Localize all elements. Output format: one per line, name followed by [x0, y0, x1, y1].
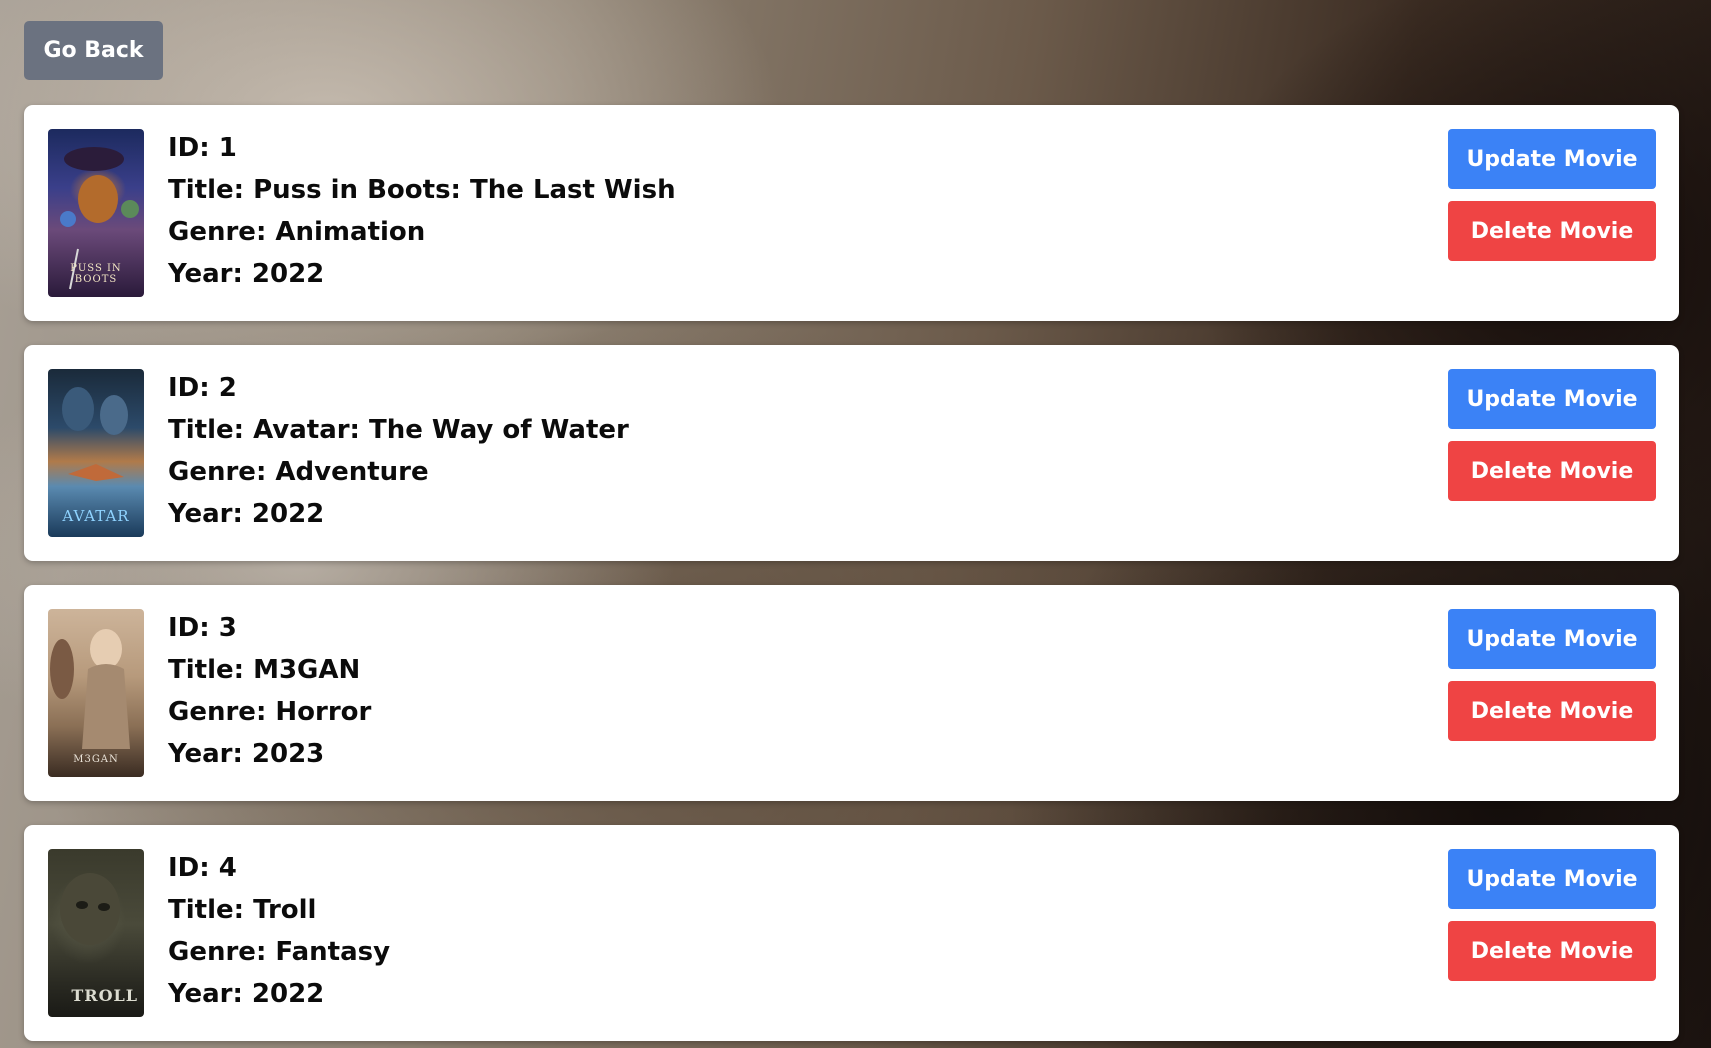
movie-poster: M3GAN — [48, 609, 144, 777]
update-movie-button[interactable]: Update Movie — [1448, 609, 1656, 669]
movie-title: Title: Troll — [168, 895, 317, 925]
delete-movie-button[interactable]: Delete Movie — [1448, 921, 1656, 981]
movie-year: Year: 2022 — [168, 499, 325, 529]
movie-card: M3GAN ID: 3 Title: M3GAN Genre: Horror Y… — [24, 585, 1679, 801]
delete-movie-button[interactable]: Delete Movie — [1448, 201, 1656, 261]
movie-year: Year: 2022 — [168, 979, 325, 1009]
movie-genre: Genre: Fantasy — [168, 937, 391, 967]
movie-year: Year: 2022 — [168, 259, 325, 289]
movie-title: Title: Avatar: The Way of Water — [168, 415, 629, 445]
movie-genre: Genre: Adventure — [168, 457, 429, 487]
movie-card: TROLL ID: 4 Title: Troll Genre: Fantasy … — [24, 825, 1679, 1041]
go-back-button[interactable]: Go Back — [24, 21, 163, 80]
movie-poster: TROLL — [48, 849, 144, 1017]
delete-movie-button[interactable]: Delete Movie — [1448, 441, 1656, 501]
movie-poster: AVATAR — [48, 369, 144, 537]
movie-id: ID: 1 — [168, 133, 237, 163]
poster-caption: TROLL — [71, 986, 138, 1005]
poster-caption: M3GAN — [73, 754, 119, 765]
update-movie-button[interactable]: Update Movie — [1448, 849, 1656, 909]
movie-id: ID: 2 — [168, 373, 237, 403]
movie-poster: PUSS IN BOOTS — [48, 129, 144, 297]
movie-genre: Genre: Horror — [168, 697, 372, 727]
movie-card: PUSS IN BOOTS ID: 1 Title: Puss in Boots… — [24, 105, 1679, 321]
movie-info: ID: 3 Title: M3GAN Genre: Horror Year: 2… — [168, 607, 371, 775]
movie-info: ID: 2 Title: Avatar: The Way of Water Ge… — [168, 367, 629, 535]
movie-id: ID: 4 — [168, 853, 237, 883]
update-movie-button[interactable]: Update Movie — [1448, 129, 1656, 189]
movie-info: ID: 1 Title: Puss in Boots: The Last Wis… — [168, 127, 676, 295]
movie-year: Year: 2023 — [168, 739, 325, 769]
movie-id: ID: 3 — [168, 613, 237, 643]
movie-info: ID: 4 Title: Troll Genre: Fantasy Year: … — [168, 847, 390, 1015]
movie-title: Title: Puss in Boots: The Last Wish — [168, 175, 676, 205]
movie-list-page: Go Back PUSS IN BOOTS ID: 1 Title: Puss … — [0, 0, 1711, 1048]
movie-card: AVATAR ID: 2 Title: Avatar: The Way of W… — [24, 345, 1679, 561]
poster-caption: PUSS IN BOOTS — [70, 263, 122, 285]
poster-caption: AVATAR — [62, 507, 130, 525]
delete-movie-button[interactable]: Delete Movie — [1448, 681, 1656, 741]
update-movie-button[interactable]: Update Movie — [1448, 369, 1656, 429]
movie-genre: Genre: Animation — [168, 217, 426, 247]
poster-art — [50, 629, 130, 749]
movie-title: Title: M3GAN — [168, 655, 361, 685]
